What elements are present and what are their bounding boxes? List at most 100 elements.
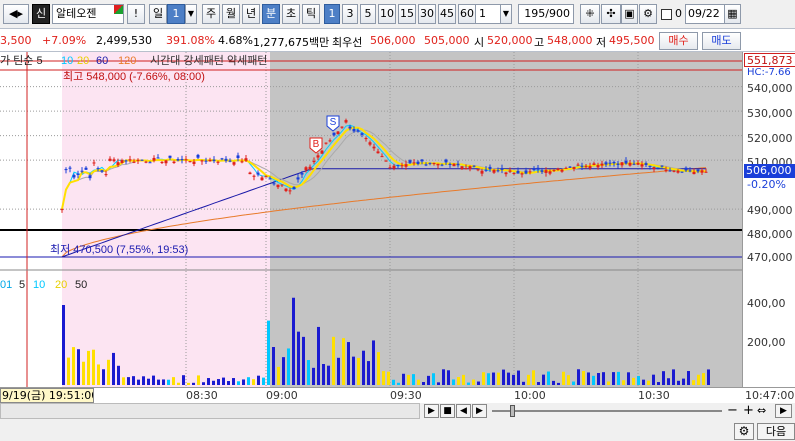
volume-bar xyxy=(492,372,495,385)
play-button[interactable]: ▶ xyxy=(424,404,439,418)
next-button[interactable]: 다음 xyxy=(757,423,795,440)
volume-bar xyxy=(677,380,680,385)
candle-body xyxy=(256,172,260,175)
candle-body xyxy=(304,167,308,171)
settings-button[interactable]: ⚙ xyxy=(639,4,657,24)
volume-bar xyxy=(232,378,235,385)
volume-bar xyxy=(197,375,200,385)
interval-button-60[interactable]: 60 xyxy=(458,4,476,24)
interval-button-15[interactable]: 15 xyxy=(398,4,416,24)
count-display[interactable]: 195/900 xyxy=(518,4,574,24)
interval-button-5[interactable]: 5 xyxy=(360,4,376,24)
period-week-button[interactable]: 주 xyxy=(202,4,220,24)
period-month-button[interactable]: 월 xyxy=(222,4,240,24)
stock-flag-icon xyxy=(114,5,123,14)
volume-bar xyxy=(562,371,565,385)
volume-bar xyxy=(537,382,540,385)
candle-body xyxy=(412,162,416,164)
volume-bar xyxy=(147,378,150,385)
interval-button-30[interactable]: 30 xyxy=(418,4,436,24)
volume-bar xyxy=(77,349,80,385)
step-back-button[interactable]: ◀ xyxy=(456,404,471,418)
candle-body xyxy=(300,173,304,175)
volume-bar xyxy=(117,365,120,385)
tool-button[interactable]: ✣ xyxy=(601,4,621,24)
candle-body xyxy=(688,170,692,172)
sell-button[interactable]: 매도 xyxy=(702,32,741,50)
candle-body xyxy=(196,154,200,158)
open-label: 시 xyxy=(474,36,485,49)
fit-width-button[interactable]: ⇔ xyxy=(757,404,766,417)
stop-button[interactable]: ■ xyxy=(440,404,455,418)
candle-body xyxy=(528,171,532,173)
candle-body xyxy=(660,165,664,167)
current-price-box: 506,000 xyxy=(744,164,795,178)
warning-button[interactable]: ! xyxy=(127,4,145,24)
period-second-button[interactable]: 초 xyxy=(282,4,300,24)
volume-bar xyxy=(547,371,550,385)
step-forward-button[interactable]: ▶ xyxy=(472,404,487,418)
candle-body xyxy=(268,178,272,180)
volume-bar xyxy=(447,370,450,385)
indicator-button[interactable]: ⁜ xyxy=(580,4,600,24)
period-tick-button[interactable]: 틱 xyxy=(302,4,320,24)
candle-body xyxy=(376,151,380,154)
period-day-count[interactable]: 1 xyxy=(167,4,185,24)
interval-input[interactable]: 1 xyxy=(475,4,502,24)
volume-bar xyxy=(627,372,630,385)
zoom-slider-thumb[interactable] xyxy=(510,405,515,417)
volume-bar xyxy=(632,377,635,385)
period-year-button[interactable]: 년 xyxy=(242,4,260,24)
open-price: 520,000 xyxy=(487,34,533,47)
candle-body xyxy=(460,166,464,170)
volume-bar xyxy=(567,375,570,385)
step-forward-icon: ▶ xyxy=(476,406,483,416)
back-button[interactable]: ◀▸ xyxy=(3,4,29,24)
scroll-end-button[interactable]: ▶ xyxy=(775,404,792,418)
best-bid: 505,000 xyxy=(424,34,470,47)
volume-bar xyxy=(502,369,505,385)
candle-body xyxy=(96,168,100,170)
interval-button-10[interactable]: 10 xyxy=(378,4,396,24)
interval-button-1[interactable]: 1 xyxy=(324,4,340,24)
candle-body xyxy=(244,158,248,161)
volume-bar xyxy=(427,375,430,385)
day-count-dropdown[interactable]: ▼ xyxy=(185,4,197,24)
volume-bar xyxy=(582,371,585,385)
stop-icon: ■ xyxy=(443,406,452,416)
volume-bar xyxy=(187,382,190,385)
candle-body xyxy=(668,170,672,172)
volume-bar xyxy=(557,382,560,385)
candle-body xyxy=(252,175,256,177)
date-field[interactable]: 09/22 xyxy=(685,4,725,24)
volume-bar xyxy=(587,372,590,385)
calendar-button[interactable]: ▦ xyxy=(724,4,741,24)
y-label-540000: 540,000 xyxy=(747,82,793,95)
volume-bar xyxy=(152,375,155,385)
sell-marker-label: S xyxy=(330,117,337,128)
buy-button[interactable]: 매수 xyxy=(659,32,698,50)
y-label-520000: 520,000 xyxy=(747,132,793,145)
volume-bar xyxy=(707,369,710,385)
volume-bar xyxy=(622,380,625,385)
period-minute-button[interactable]: 분 xyxy=(262,4,280,24)
candle-body xyxy=(88,175,92,179)
volume-bar xyxy=(437,382,440,385)
volume-bar xyxy=(162,379,165,385)
candle-body xyxy=(424,164,428,166)
period-day-button[interactable]: 일 xyxy=(149,4,167,24)
candle-body xyxy=(324,142,328,144)
interval-button-45[interactable]: 45 xyxy=(438,4,456,24)
candle-body xyxy=(136,159,140,161)
zoom-out-button[interactable]: − xyxy=(727,403,738,418)
interval-dropdown[interactable]: ▼ xyxy=(500,4,512,24)
price-chart[interactable]: S B 가 틴순 5 10 20 60 120 시간대 강세패턴 약세패턴 최고… xyxy=(0,52,742,387)
zoom-in-button[interactable]: + xyxy=(743,403,754,418)
horizontal-scrollbar[interactable] xyxy=(0,403,420,419)
settings-button-bottom[interactable]: ⚙ xyxy=(734,423,754,440)
candle-body xyxy=(380,156,384,158)
date-checkbox[interactable] xyxy=(661,9,672,20)
save-button[interactable]: ▣ xyxy=(621,4,638,24)
interval-button-3[interactable]: 3 xyxy=(342,4,358,24)
zoom-slider-track[interactable] xyxy=(492,410,722,412)
